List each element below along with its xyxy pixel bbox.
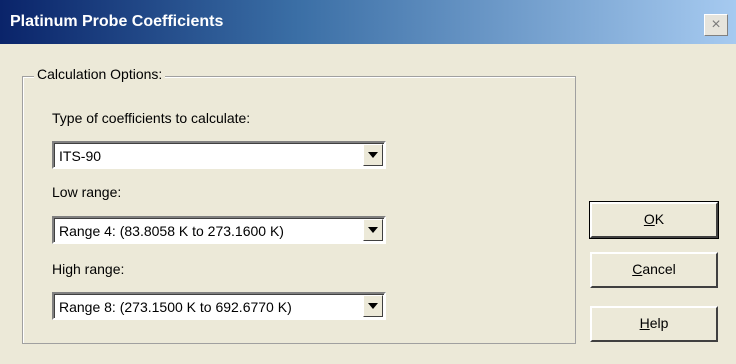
chevron-down-icon (368, 152, 378, 158)
high-range-value: Range 8: (273.1500 K to 692.6770 K) (59, 299, 292, 315)
low-range-label: Low range: (52, 184, 122, 200)
ok-label-rest: K (654, 211, 665, 227)
coefficient-type-select[interactable]: ITS-90 (52, 141, 386, 169)
close-icon: × (711, 16, 721, 33)
window-title: Platinum Probe Coefficients (10, 13, 224, 30)
high-range-select[interactable]: Range 8: (273.1500 K to 692.6770 K) (52, 292, 386, 320)
coefficient-type-label: Type of coefficients to calculate: (52, 110, 251, 126)
cancel-label-rest: ancel (642, 261, 676, 277)
help-label-rest: elp (649, 315, 669, 331)
dropdown-button[interactable] (363, 144, 383, 166)
chevron-down-icon (368, 227, 378, 233)
coefficient-type-value: ITS-90 (59, 148, 102, 164)
low-range-select[interactable]: Range 4: (83.8058 K to 273.1600 K) (52, 216, 386, 244)
cancel-mnemonic: C (632, 261, 643, 277)
cancel-button[interactable]: Cancel (590, 252, 718, 288)
help-button[interactable]: Help (590, 306, 718, 342)
dropdown-button[interactable] (363, 219, 383, 241)
ok-mnemonic: O (643, 211, 655, 227)
ok-button[interactable]: OK (589, 201, 719, 239)
help-mnemonic: H (639, 315, 650, 331)
title-bar[interactable]: Platinum Probe Coefficients × (0, 0, 736, 44)
group-label: Calculation Options: (34, 66, 166, 82)
dropdown-button[interactable] (363, 295, 383, 317)
chevron-down-icon (368, 303, 378, 309)
high-range-label: High range: (52, 261, 125, 277)
close-button[interactable]: × (704, 14, 728, 36)
low-range-value: Range 4: (83.8058 K to 273.1600 K) (59, 223, 284, 239)
